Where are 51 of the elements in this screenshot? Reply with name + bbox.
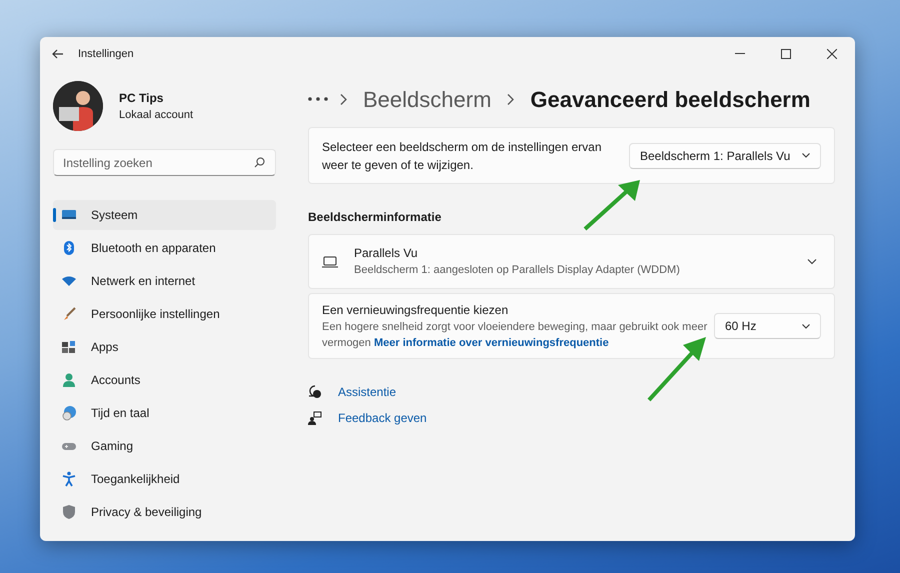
annotation-arrow: [582, 179, 642, 232]
close-icon: [827, 49, 837, 59]
bluetooth-icon: [61, 240, 77, 256]
laptop-icon: [322, 256, 338, 268]
learn-more-link[interactable]: Meer informatie over vernieuwingsfrequentie: [374, 337, 609, 349]
sidebar-item[interactable]: Persoonlijke instellingen: [53, 299, 276, 329]
annotation-arrow: [646, 335, 708, 403]
sidebar-item[interactable]: Accounts: [53, 365, 276, 395]
avatar-icon: [53, 81, 103, 131]
search-icon: [254, 157, 265, 168]
sidebar-item[interactable]: Systeem: [53, 200, 276, 230]
display-description: Beeldscherm 1: aangesloten op Parallels Display Adapter (WDDM): [354, 263, 680, 278]
sidebar-item[interactable]: Bluetooth en apparaten: [53, 233, 276, 263]
sidebar-item[interactable]: Toegankelijkheid: [53, 464, 276, 494]
feedback-icon: [308, 411, 322, 425]
account-type: Lokaal account: [119, 108, 193, 123]
refresh-rate-description: Een hogere snelheid zorgt voor vloeiendere beweging, maar gebruikt ook meer vermogen Meer informatie over vernieuwingsfrequentie: [322, 320, 708, 351]
display-select-label: Selecteer een beeldscherm om de instellingen ervan weer te geven of te wijzigen.: [322, 138, 602, 174]
globe-clock-icon: [61, 405, 77, 421]
sidebar-item[interactable]: Apps: [53, 332, 276, 362]
refresh-rate-title: Een vernieuwingsfrequentie kiezen: [322, 302, 510, 318]
display-dropdown[interactable]: Beeldscherm 1: Parallels Vu: [629, 142, 821, 168]
display-info-card[interactable]: Parallels Vu Beeldscherm 1: aangesloten op Parallels Display Adapter (WDDM): [308, 234, 835, 289]
help-chat-icon: [308, 385, 322, 399]
brush-icon: [61, 306, 77, 322]
minimize-icon: [735, 53, 745, 55]
help-link[interactable]: Assistentie: [338, 383, 396, 401]
back-icon[interactable]: [52, 49, 64, 59]
page-title: Geavanceerd beeldscherm: [530, 86, 810, 114]
account-name: PC Tips: [119, 90, 164, 107]
sidebar-item[interactable]: Gaming: [53, 431, 276, 461]
sidebar-item[interactable]: Tijd en taal: [53, 398, 276, 428]
sidebar-item[interactable]: Netwerk en internet: [53, 266, 276, 296]
shield-icon: [61, 504, 77, 520]
search-field[interactable]: Instelling zoeken: [53, 149, 276, 176]
sidebar-item[interactable]: Privacy & beveiliging: [53, 497, 276, 527]
window-title: Instellingen: [78, 46, 134, 62]
breadcrumb-link[interactable]: Beeldscherm: [363, 82, 492, 116]
chevron-down-icon: [802, 324, 810, 328]
person-icon: [61, 372, 77, 388]
maximize-icon: [781, 49, 791, 59]
section-heading: Beeldscherminformatie: [308, 209, 442, 226]
chevron-down-icon: [802, 153, 810, 158]
chevron-right-icon: [507, 94, 514, 104]
chevron-right-icon: [340, 94, 347, 104]
accessibility-icon: [61, 471, 77, 487]
display-name: Parallels Vu: [354, 245, 419, 262]
more-icon[interactable]: [308, 97, 328, 101]
refresh-rate-dropdown[interactable]: 60 Hz: [714, 313, 821, 339]
help-link[interactable]: Feedback geven: [338, 409, 427, 427]
apps-icon: [61, 339, 77, 355]
